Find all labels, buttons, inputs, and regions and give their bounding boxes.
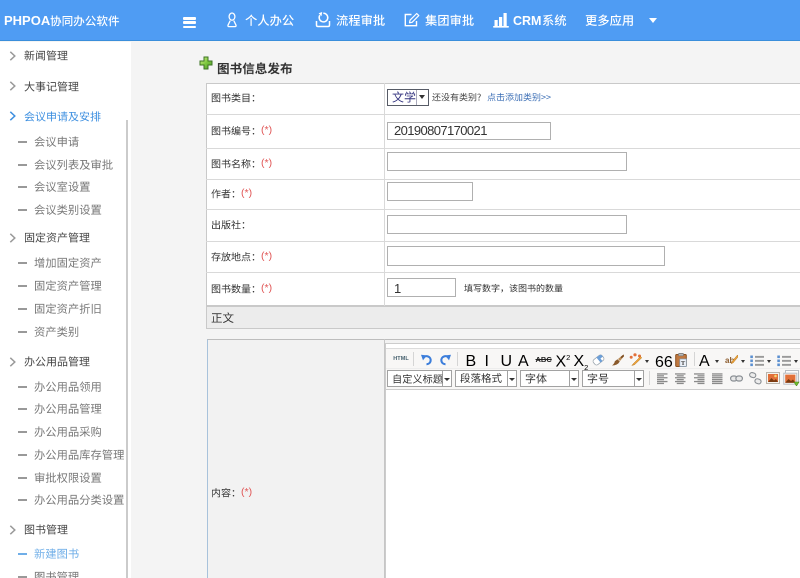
svg-text:T: T <box>680 360 685 367</box>
